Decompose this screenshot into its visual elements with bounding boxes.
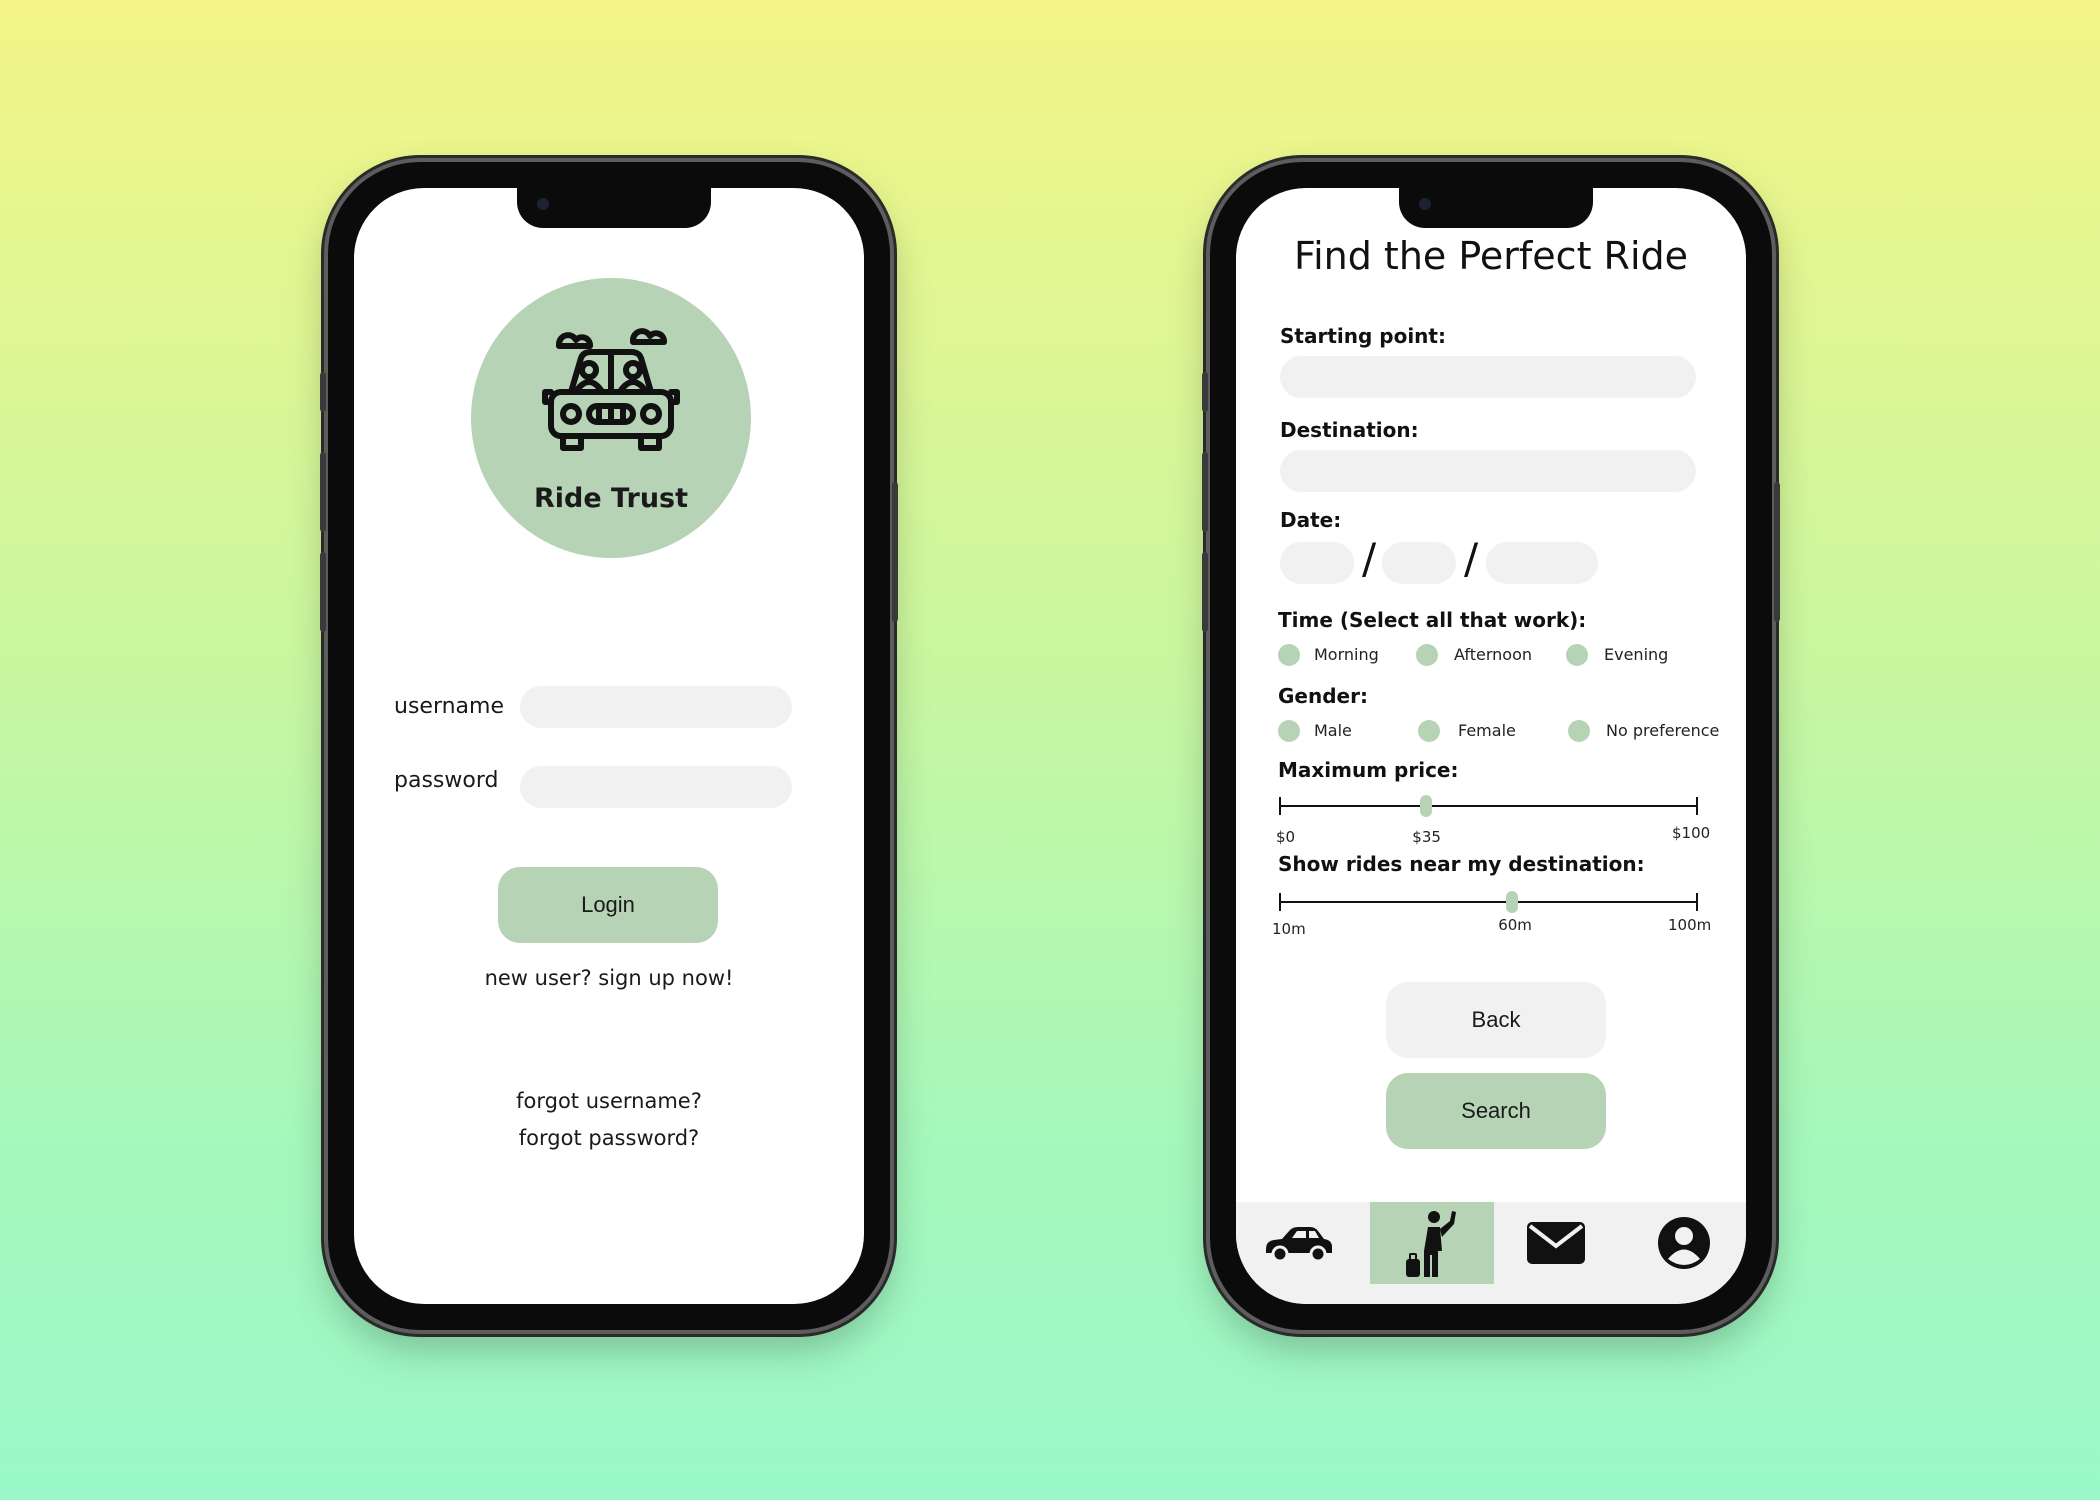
gender-no-preference-label: No preference — [1606, 721, 1720, 740]
date-year-input[interactable] — [1486, 542, 1598, 584]
time-afternoon-label: Afternoon — [1454, 645, 1532, 664]
destination-label: Destination: — [1280, 418, 1419, 442]
radius-value-label: 60m — [1498, 916, 1532, 934]
app-logo: Ride Trust — [471, 278, 751, 558]
time-evening-radio[interactable] — [1566, 644, 1588, 666]
volume-up-button — [320, 452, 326, 532]
mail-icon — [1527, 1222, 1585, 1264]
starting-point-label: Starting point: — [1280, 324, 1446, 348]
gender-male-radio[interactable] — [1278, 720, 1300, 742]
nav-messages-tab[interactable] — [1494, 1202, 1618, 1284]
login-screen: Ride Trust username password Login new u… — [354, 188, 864, 1304]
car-icon — [1266, 1227, 1332, 1263]
profile-icon — [1658, 1217, 1710, 1269]
login-phone: Ride Trust username password Login new u… — [320, 162, 898, 1330]
radius-min-label: 10m — [1272, 920, 1306, 938]
radius-slider-thumb[interactable] — [1506, 891, 1519, 913]
password-label: password — [394, 768, 499, 793]
time-afternoon-radio[interactable] — [1416, 644, 1438, 666]
signup-link[interactable]: new user? sign up now! — [354, 966, 864, 990]
price-slider-track[interactable] — [1280, 805, 1698, 807]
destination-input[interactable] — [1280, 450, 1696, 492]
radius-slider-max-tick — [1696, 893, 1698, 911]
gender-female-label: Female — [1458, 721, 1516, 740]
gender-female-radio[interactable] — [1418, 720, 1440, 742]
time-morning-radio[interactable] — [1278, 644, 1300, 666]
search-phone: Find the Perfect Ride Starting point: De… — [1202, 162, 1780, 1330]
date-day-input[interactable] — [1382, 542, 1456, 584]
radius-max-label: 100m — [1668, 916, 1712, 934]
hitchhiker-icon — [1406, 1211, 1456, 1277]
date-separator: / — [1464, 534, 1479, 583]
price-min-label: $0 — [1276, 828, 1296, 846]
page-title: Find the Perfect Ride — [1293, 234, 1689, 278]
price-slider-thumb[interactable] — [1420, 795, 1433, 817]
camera — [1419, 198, 1431, 210]
app-name: Ride Trust — [533, 483, 689, 514]
username-label: username — [394, 694, 504, 719]
date-label: Date: — [1280, 508, 1342, 532]
price-max-label: $100 — [1672, 824, 1711, 842]
radius-label: Show rides near my destination: — [1278, 852, 1645, 876]
notch — [1399, 188, 1593, 228]
radius-slider-track[interactable] — [1280, 901, 1698, 903]
starting-point-input[interactable] — [1280, 356, 1696, 398]
volume-down-button — [320, 552, 326, 632]
gender-no-preference-radio[interactable] — [1568, 720, 1590, 742]
search-button[interactable]: Search — [1386, 1073, 1606, 1149]
price-value-label: $35 — [1412, 828, 1441, 846]
volume-up-button — [1202, 452, 1208, 532]
volume-down-button — [1202, 552, 1208, 632]
time-evening-label: Evening — [1604, 645, 1669, 664]
carpool-car-icon — [542, 328, 680, 451]
power-button — [892, 482, 898, 622]
bottom-navbar — [1236, 1202, 1746, 1304]
search-screen: Find the Perfect Ride Starting point: De… — [1236, 188, 1746, 1304]
nav-find-ride-tab[interactable] — [1370, 1202, 1494, 1284]
price-slider-max-tick — [1696, 797, 1698, 815]
radius-slider-min-tick — [1279, 893, 1281, 911]
power-button — [1774, 482, 1780, 622]
time-morning-label: Morning — [1314, 645, 1379, 664]
mute-switch — [1202, 372, 1208, 412]
time-label: Time (Select all that work): — [1278, 608, 1587, 632]
username-input[interactable] — [520, 686, 792, 728]
login-button[interactable]: Login — [498, 867, 718, 943]
gender-label: Gender: — [1278, 684, 1368, 708]
camera — [537, 198, 549, 210]
password-input[interactable] — [520, 766, 792, 808]
nav-rides-tab[interactable] — [1236, 1202, 1360, 1284]
notch — [517, 188, 711, 228]
nav-profile-tab[interactable] — [1622, 1202, 1746, 1284]
gender-male-label: Male — [1314, 721, 1352, 740]
price-label: Maximum price: — [1278, 758, 1459, 782]
date-separator: / — [1362, 534, 1377, 583]
price-slider-min-tick — [1279, 797, 1281, 815]
forgot-username-link[interactable]: forgot username? — [354, 1089, 864, 1113]
date-month-input[interactable] — [1280, 542, 1354, 584]
back-button[interactable]: Back — [1386, 982, 1606, 1058]
forgot-password-link[interactable]: forgot password? — [354, 1126, 864, 1150]
mute-switch — [320, 372, 326, 412]
